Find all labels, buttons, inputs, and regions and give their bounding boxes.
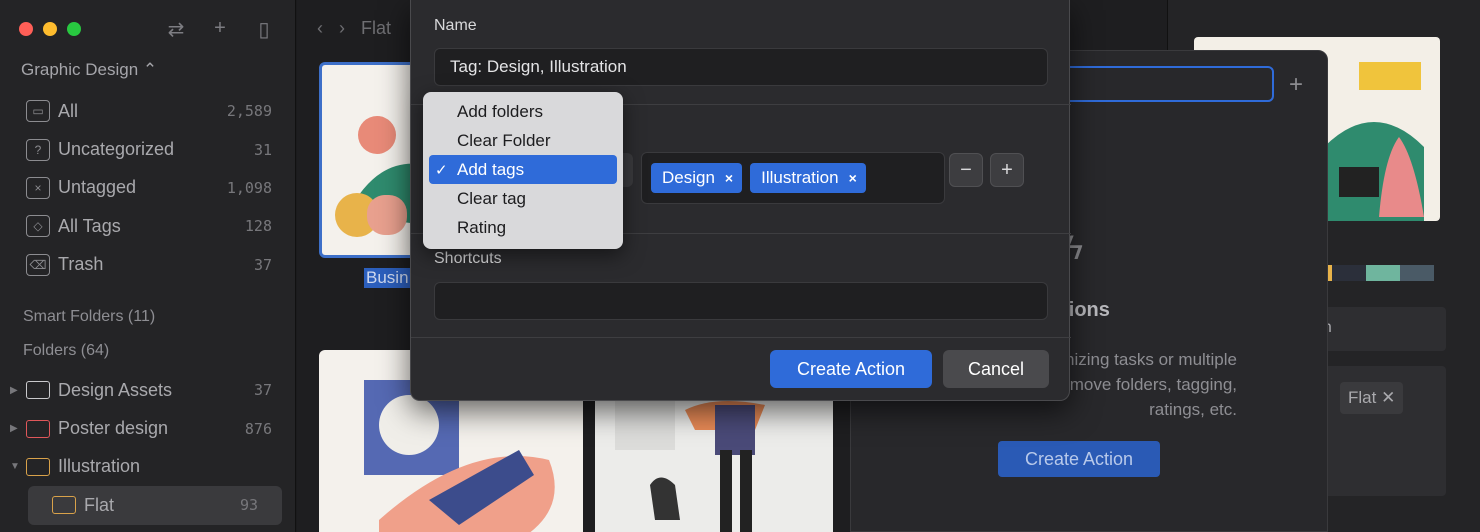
- tag-label: Illustration: [761, 168, 839, 187]
- zoom-window-button[interactable]: [67, 22, 81, 36]
- folder-design-assets[interactable]: ▶ Design Assets 37: [0, 371, 296, 409]
- trash-icon: ⌫: [26, 253, 50, 276]
- folder-flat[interactable]: Flat 93: [28, 486, 282, 525]
- folder-icon: [26, 457, 50, 476]
- chevron-down-icon[interactable]: ▼: [10, 461, 26, 472]
- nav-count: 128: [244, 217, 272, 236]
- nav-count: 1,098: [226, 178, 272, 197]
- swap-icon[interactable]: ⇄: [164, 17, 188, 42]
- folder-label: Poster design: [58, 418, 169, 439]
- menu-item-add-folders[interactable]: Add folders: [429, 97, 617, 126]
- name-label: Name: [434, 17, 477, 34]
- nav-label: Untagged: [58, 177, 137, 198]
- folder-label: Flat: [84, 494, 115, 515]
- tag-label: Flat: [1348, 388, 1377, 407]
- menu-item-add-tags[interactable]: ✓ Add tags: [429, 155, 617, 184]
- nav-count: 37: [253, 255, 272, 274]
- sidebar-item-all-tags[interactable]: ◇ All Tags 128: [0, 207, 296, 245]
- untagged-icon: ×: [26, 176, 50, 199]
- smart-folders-header[interactable]: Smart Folders (11): [23, 308, 155, 326]
- menu-item-label: Clear Folder: [457, 130, 551, 150]
- menu-item-label: Add folders: [457, 101, 543, 121]
- sidebar: ⇄ + ▯ Graphic Design ⌃ ▭ All 2,589 ? Unc…: [0, 0, 296, 532]
- action-type-dropdown: Add folders Clear Folder ✓ Add tags Clea…: [423, 92, 623, 249]
- remove-tag-icon[interactable]: ✕: [1381, 388, 1395, 407]
- remove-step-button[interactable]: −: [949, 153, 983, 187]
- menu-item-label: Rating: [457, 217, 507, 237]
- folders-header[interactable]: Folders (64): [23, 342, 109, 360]
- folder-label: Illustration: [58, 456, 141, 477]
- chevron-right-icon[interactable]: ▶: [10, 423, 26, 434]
- menu-item-clear-tag[interactable]: Clear tag: [429, 184, 617, 213]
- nav-label: Trash: [58, 254, 104, 275]
- folder-icon: [26, 381, 50, 400]
- shortcuts-label: Shortcuts: [434, 250, 502, 267]
- nav-count: 2,589: [226, 102, 272, 121]
- palette-swatch[interactable]: [1400, 265, 1434, 281]
- folder-label: Design Assets: [58, 379, 173, 400]
- folder-poster-design[interactable]: ▶ Poster design 876: [0, 409, 296, 447]
- folder-icon: [26, 419, 50, 438]
- folder-icon: [52, 496, 76, 515]
- palette-swatch[interactable]: [1332, 265, 1366, 281]
- add-action-icon[interactable]: +: [1289, 71, 1303, 99]
- all-icon: ▭: [26, 100, 50, 123]
- nav-list: ▭ All 2,589 ? Uncategorized 31 × Untagge…: [0, 92, 296, 284]
- folder-list: ▶ Design Assets 37 ▶ Poster design 876 ▼…: [0, 371, 296, 525]
- remove-tag-icon[interactable]: ×: [849, 170, 857, 186]
- back-icon[interactable]: ‹: [317, 18, 323, 39]
- thumbnail-label[interactable]: Busin: [364, 268, 411, 288]
- sidebar-toggle-icon[interactable]: ▯: [252, 17, 276, 42]
- main-toolbar: ‹ › Flat: [317, 18, 391, 39]
- chevron-right-icon[interactable]: ▶: [10, 385, 26, 396]
- sidebar-item-trash[interactable]: ⌫ Trash 37: [0, 246, 296, 284]
- close-window-button[interactable]: [19, 22, 33, 36]
- menu-item-label: Add tags: [457, 159, 525, 179]
- inspector-tag-chip[interactable]: Flat ✕: [1340, 382, 1404, 414]
- library-title: Graphic Design: [21, 60, 139, 79]
- divider: [411, 337, 1071, 338]
- chevron-updown-icon: ⌃: [142, 60, 158, 79]
- name-value: Tag: Design, Illustration: [450, 57, 627, 76]
- folder-count: 93: [239, 496, 258, 515]
- shortcuts-field[interactable]: [434, 282, 1048, 320]
- add-step-button[interactable]: +: [990, 153, 1024, 187]
- breadcrumb: Flat: [361, 18, 392, 38]
- library-switcher[interactable]: Graphic Design ⌃: [21, 60, 157, 80]
- menu-item-clear-folder[interactable]: Clear Folder: [429, 126, 617, 155]
- uncategorized-icon: ?: [26, 138, 50, 161]
- nav-label: All Tags: [58, 215, 121, 236]
- create-action-button[interactable]: Create Action: [770, 350, 932, 388]
- nav-label: Uncategorized: [58, 139, 175, 160]
- window-controls: [19, 22, 81, 36]
- menu-item-label: Clear tag: [457, 188, 526, 208]
- create-action-button-bg[interactable]: Create Action: [998, 441, 1160, 477]
- tag-label: Design: [662, 168, 715, 187]
- sidebar-item-untagged[interactable]: × Untagged 1,098: [0, 169, 296, 207]
- name-field[interactable]: Tag: Design, Illustration: [434, 48, 1048, 86]
- tag-input-box[interactable]: Design × Illustration ×: [641, 152, 945, 204]
- sidebar-item-all[interactable]: ▭ All 2,589: [0, 92, 296, 130]
- actions-search-input[interactable]: [1051, 66, 1274, 102]
- sidebar-toolbar: ⇄ + ▯: [164, 17, 276, 42]
- add-icon[interactable]: +: [208, 17, 232, 42]
- minimize-window-button[interactable]: [43, 22, 57, 36]
- remove-tag-icon[interactable]: ×: [725, 170, 733, 186]
- checkmark-icon: ✓: [435, 161, 448, 179]
- cancel-button[interactable]: Cancel: [943, 350, 1049, 388]
- nav-label: All: [58, 100, 79, 121]
- folder-count: 37: [253, 381, 272, 400]
- nav-count: 31: [253, 140, 272, 159]
- palette-swatch[interactable]: [1366, 265, 1400, 281]
- forward-icon[interactable]: ›: [339, 18, 345, 39]
- menu-item-rating[interactable]: Rating: [429, 213, 617, 242]
- sidebar-item-uncategorized[interactable]: ? Uncategorized 31: [0, 130, 296, 168]
- tag-chip-design[interactable]: Design ×: [651, 163, 743, 193]
- tag-chip-illustration[interactable]: Illustration ×: [750, 163, 866, 193]
- tag-icon: ◇: [26, 215, 50, 238]
- folder-count: 876: [244, 419, 272, 438]
- folder-illustration[interactable]: ▼ Illustration: [0, 448, 296, 486]
